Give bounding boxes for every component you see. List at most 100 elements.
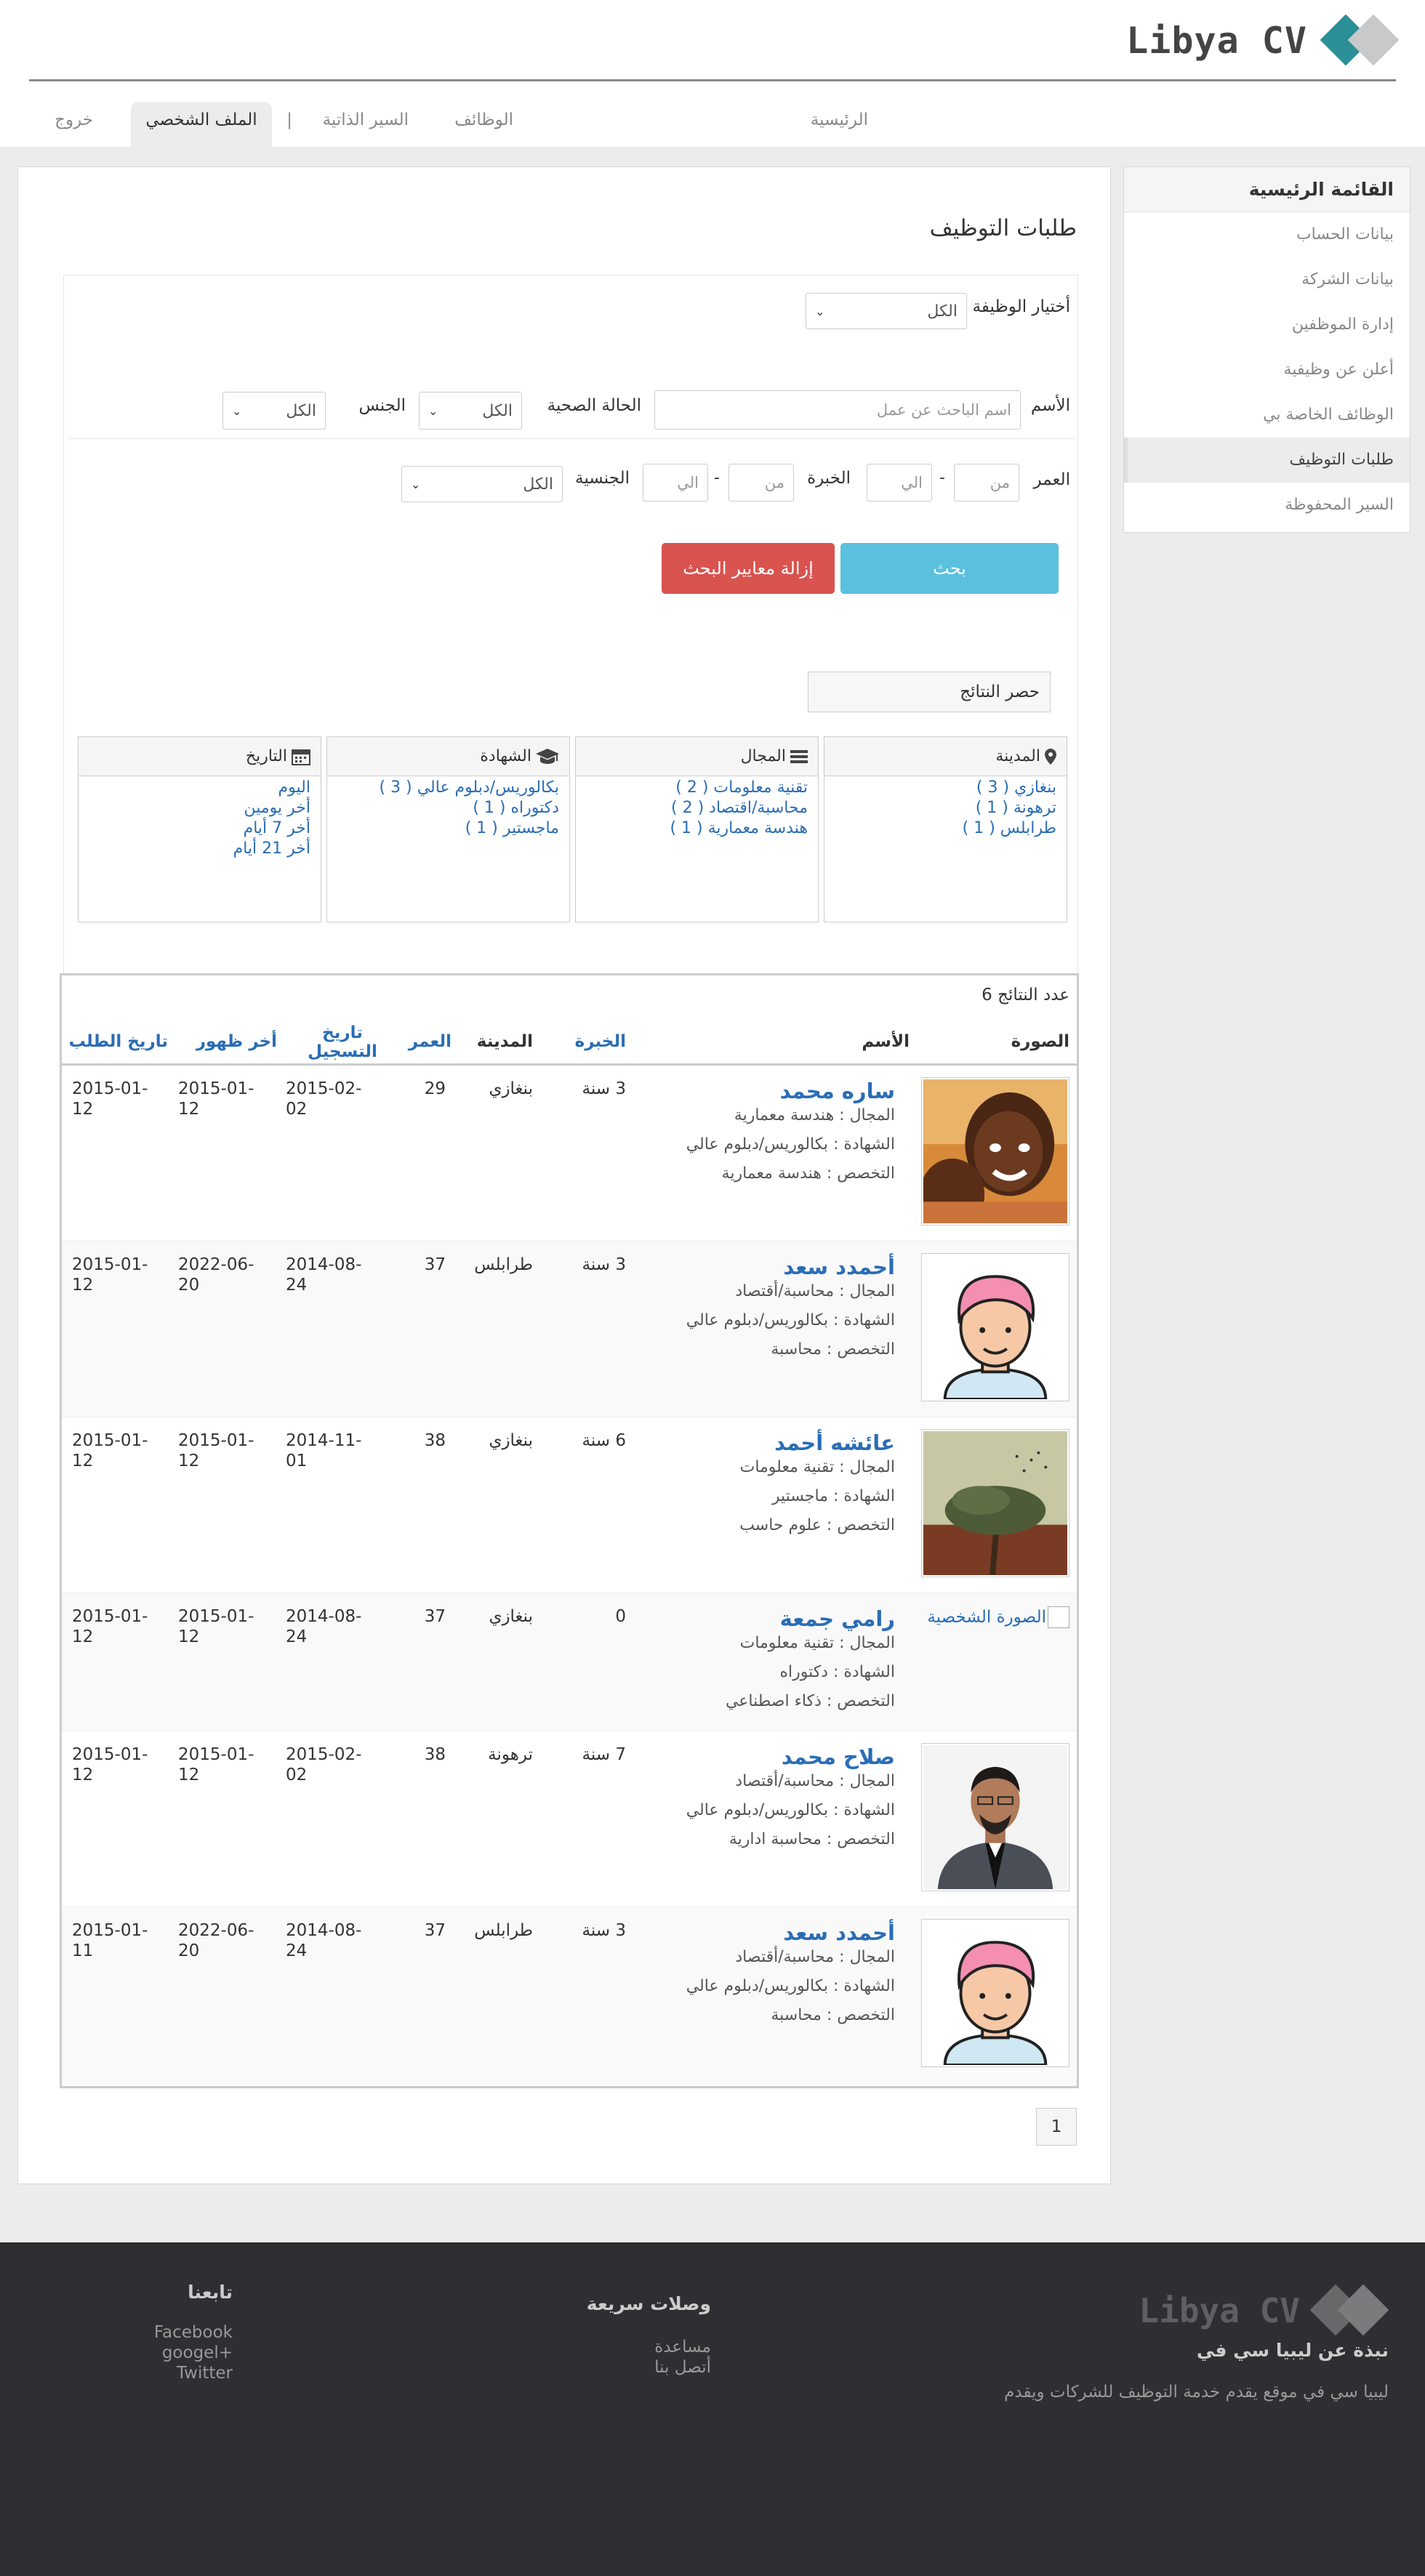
applicant-photo[interactable] [921,1919,1069,2067]
sidebar-item-my-jobs[interactable]: الوظائف الخاصة بي [1124,393,1410,438]
footer-link-help[interactable]: مساعدة [654,2337,711,2357]
sidebar-item-company[interactable]: بيانات الشركة [1124,257,1410,302]
page-title: طلبات التوظيف [929,215,1077,241]
facet-date-title: التاريخ [245,746,287,765]
cell-experience: 6 سنة [582,1431,627,1450]
nationality-label: الجنسية [575,469,630,488]
applicant-name[interactable]: أحمدد سعد [783,1255,895,1279]
sidebar-item-account[interactable]: بيانات الحساب [1124,212,1410,257]
col-photo: الصورة [1011,1032,1069,1051]
sidebar-item-applications[interactable]: طلبات التوظيف [1124,438,1410,483]
facet-city-option[interactable]: بنغازي ( 3 ) [824,778,1056,798]
applicant-degree: الشهادة : بكالوريس/دبلوم عالي [686,1977,895,1995]
facet-city-option[interactable]: ترهونة ( 1 ) [824,798,1056,818]
applicant-field: المجال : تقنية معلومات [739,1458,895,1476]
cell-city: طرابلس [474,1921,533,1940]
cell-last-seen: 2015-01-12 [178,1607,254,1646]
footer-social-google[interactable]: +googel [162,2343,233,2363]
applicant-name[interactable]: رامي جمعة [780,1606,895,1631]
applicant-name[interactable]: ساره محمد [780,1079,895,1103]
chevron-down-icon: ⌄ [815,304,825,318]
top-nav: الرئيسية الوظائف السير الذاتية | الملف ا… [0,102,1425,147]
chevron-down-icon: ⌄ [232,403,242,418]
footer-link-contact[interactable]: أتصل بنا [654,2357,711,2378]
facet-date-option[interactable]: أخر يومين [79,798,310,818]
gender-select-value: الكل [286,401,316,420]
table-header: الصورة الأسم الخبرة المدينة العمر تاريخ … [62,1022,1077,1066]
facet-date-option[interactable]: أخر 7 أيام [79,818,310,839]
applicant-degree: الشهادة : بكالوريس/دبلوم عالي [686,1135,895,1154]
sidebar-item-employees[interactable]: إدارة الموظفين [1124,302,1410,347]
applicant-major: التخصص : هندسة معمارية [721,1164,895,1183]
facet-degree-option[interactable]: بكالوريس/دبلوم عالي ( 3 ) [327,778,559,798]
footer-social-facebook[interactable]: Facebook [154,2322,233,2343]
footer-logo[interactable]: Libya CV [1139,2284,1389,2337]
sidebar-item-saved-cvs[interactable]: السير المحفوظة [1124,483,1410,528]
cell-age: 37 [424,1921,446,1940]
cell-registered: 2014-08-24 [286,1921,362,1960]
applicant-major: التخصص : محاسبة ادارية [728,1830,895,1848]
clear-search-button[interactable]: إزالة معايير البحث [662,543,835,594]
experience-to-input[interactable]: الي [643,464,708,502]
nav-home[interactable]: الرئيسية [811,102,868,147]
facet-degree-option[interactable]: دكتوراه ( 1 ) [327,798,559,818]
cell-last-seen: 2015-01-12 [178,1079,254,1119]
cell-last-seen: 2022-06-20 [178,1255,254,1295]
footer-social-twitter[interactable]: Twitter [177,2363,233,2383]
facet-date-option[interactable]: أخر 21 أيام [79,839,310,859]
applicant-field: المجال : محاسبة/أقتصاد [735,1772,895,1790]
nav-jobs[interactable]: الوظائف [454,102,513,147]
applicant-photo[interactable] [921,1429,1069,1577]
cell-applied: 2015-01-11 [72,1921,148,1960]
health-select-value: الكل [482,401,513,420]
name-input[interactable]: اسم الباحث عن عمل [654,390,1021,430]
applicant-field: المجال : هندسة معمارية [734,1106,895,1124]
facet-city-header: المدينة [824,737,1067,776]
job-select-label: أختيار الوظيفة [972,297,1070,316]
col-last-seen[interactable]: أخر ظهور [196,1032,277,1051]
facet-city-title: المدينة [995,746,1040,765]
cell-experience: 3 سنة [582,1921,627,1940]
applicant-name[interactable]: عائشه أحمد [774,1430,895,1455]
cell-applied: 2015-01-12 [72,1431,148,1470]
age-dash: - [939,469,945,487]
nav-logout[interactable]: خروج [55,102,93,147]
col-applied[interactable]: تاريخ الطلب [69,1032,168,1051]
cell-applied: 2015-01-12 [72,1745,148,1784]
site-logo[interactable]: Libya CV [1126,10,1400,71]
applicant-name[interactable]: صلاح محمد [782,1744,895,1769]
nationality-select[interactable]: الكل ⌄ [401,466,563,502]
facet-field-option[interactable]: تقنية معلومات ( 2 ) [576,778,808,798]
facet-city-option[interactable]: طرابلس ( 1 ) [824,818,1056,839]
age-from-input[interactable]: من [954,464,1019,502]
facet-field-title: المجال [740,746,786,765]
site-header: Libya CV الرئيسية الوظائف السير الذاتية … [0,0,1425,147]
col-registered[interactable]: تاريخ التسجيل [306,1023,379,1061]
nav-profile[interactable]: الملف الشخصي [131,102,272,147]
job-select[interactable]: الكل ⌄ [806,293,967,329]
sidebar-item-post-job[interactable]: أعلن عن وظيفية [1124,347,1410,393]
applicant-name[interactable]: أحمدد سعد [783,1920,895,1945]
gender-select[interactable]: الكل ⌄ [222,392,326,430]
health-select[interactable]: الكل ⌄ [419,392,522,430]
facet-field: المجال تقنية معلومات ( 2 ) محاسبة/اقتصاد… [575,736,819,922]
experience-from-input[interactable]: من [728,464,794,502]
logo-diamonds-icon [1320,14,1400,67]
photo-avatar-image [923,1255,1067,1399]
col-age[interactable]: العمر [409,1032,451,1051]
age-to-input[interactable]: الي [867,464,932,502]
search-button[interactable]: بحث [840,543,1059,594]
facet-degree-option[interactable]: ماجستير ( 1 ) [327,818,559,839]
facet-field-option[interactable]: محاسبة/اقتصاد ( 2 ) [576,798,808,818]
nav-cvs[interactable]: السير الذاتية [323,102,409,147]
facet-date-option[interactable]: اليوم [79,778,310,798]
facet-field-option[interactable]: هندسة معمارية ( 1 ) [576,818,808,839]
cell-experience: 0 [615,1607,626,1626]
col-experience[interactable]: الخبرة [575,1032,626,1051]
pagination-page-1[interactable]: 1 [1036,2108,1077,2146]
applicant-photo[interactable] [921,1077,1069,1225]
applicant-photo-broken[interactable]: الصورة الشخصية [927,1606,1069,1628]
applicant-photo[interactable] [921,1253,1069,1401]
cell-city: ترهونة [488,1745,533,1764]
applicant-photo[interactable] [921,1743,1069,1891]
